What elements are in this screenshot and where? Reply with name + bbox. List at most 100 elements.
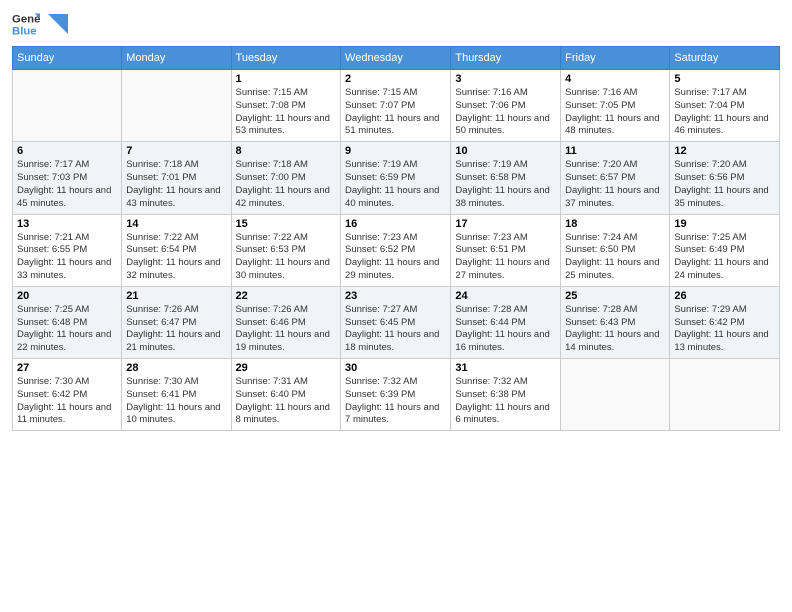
logo-icon: General Blue [12,10,40,38]
calendar-cell: 2Sunrise: 7:15 AM Sunset: 7:07 PM Daylig… [341,70,451,142]
calendar-week-row: 27 Sunrise: 7:30 AM Sunset: 6:42 PM Dayli… [13,359,780,431]
day-info: Sunrise: 7:26 AM Sunset: 6:47 PM Dayligh… [126,304,226,355]
day-number: 26 [674,290,775,302]
col-sunday: Sunday [13,47,122,70]
calendar-cell: 14 Sunrise: 7:22 AM Sunset: 6:54 PM Dayli… [122,214,231,286]
day-info: Sunrise: 7:25 AM Sunset: 6:48 PM Dayligh… [17,304,117,355]
calendar-cell: 10 Sunrise: 7:19 AM Sunset: 6:58 PM Dayli… [451,142,561,214]
calendar-cell: 26 Sunrise: 7:29 AM Sunset: 6:42 PM Dayli… [670,286,780,358]
calendar-cell: 3 Sunrise: 7:16 AM Sunset: 7:06 PM Daylig… [451,70,561,142]
calendar-cell: 25 Sunrise: 7:28 AM Sunset: 6:43 PM Dayli… [561,286,670,358]
day-info: Sunrise: 7:28 AM Sunset: 6:43 PM Dayligh… [565,304,665,355]
day-number: 15 [236,218,336,230]
day-number: 27 [17,362,117,374]
day-info: Sunrise: 7:30 AM Sunset: 6:41 PM Dayligh… [126,376,226,427]
calendar-header-row: Sunday Monday Tuesday Wednesday Thursday… [13,47,780,70]
calendar-cell: 28 Sunrise: 7:30 AM Sunset: 6:41 PM Dayli… [122,359,231,431]
calendar-cell: 21Sunrise: 7:26 AM Sunset: 6:47 PM Dayli… [122,286,231,358]
svg-text:Blue: Blue [12,26,37,38]
day-number: 31 [455,362,556,374]
col-friday: Friday [561,47,670,70]
day-number: 6 [17,145,117,157]
day-info: Sunrise: 7:29 AM Sunset: 6:42 PM Dayligh… [674,304,775,355]
day-info: Sunrise: 7:26 AM Sunset: 6:46 PM Dayligh… [236,304,336,355]
col-monday: Monday [122,47,231,70]
day-info: Sunrise: 7:24 AM Sunset: 6:50 PM Dayligh… [565,232,665,283]
col-thursday: Thursday [451,47,561,70]
day-info: Sunrise: 7:27 AM Sunset: 6:45 PM Dayligh… [345,304,446,355]
day-number: 20 [17,290,117,302]
day-number: 8 [236,145,336,157]
calendar-week-row: 6 Sunrise: 7:17 AM Sunset: 7:03 PM Daylig… [13,142,780,214]
calendar-cell [561,359,670,431]
calendar-cell: 20 Sunrise: 7:25 AM Sunset: 6:48 PM Dayli… [13,286,122,358]
day-number: 10 [455,145,556,157]
day-info: Sunrise: 7:23 AM Sunset: 6:51 PM Dayligh… [455,232,556,283]
calendar-week-row: 13Sunrise: 7:21 AM Sunset: 6:55 PM Dayli… [13,214,780,286]
calendar-cell: 22 Sunrise: 7:26 AM Sunset: 6:46 PM Dayli… [231,286,340,358]
col-wednesday: Wednesday [341,47,451,70]
day-number: 24 [455,290,556,302]
calendar-cell: 31 Sunrise: 7:32 AM Sunset: 6:38 PM Dayli… [451,359,561,431]
logo: General Blue [12,10,68,38]
calendar-cell: 13Sunrise: 7:21 AM Sunset: 6:55 PM Dayli… [13,214,122,286]
day-number: 3 [455,73,556,85]
calendar-cell: 24 Sunrise: 7:28 AM Sunset: 6:44 PM Dayli… [451,286,561,358]
calendar-cell: 7 Sunrise: 7:18 AM Sunset: 7:01 PM Daylig… [122,142,231,214]
day-info: Sunrise: 7:30 AM Sunset: 6:42 PM Dayligh… [17,376,117,427]
day-number: 22 [236,290,336,302]
day-number: 23 [345,290,446,302]
day-info: Sunrise: 7:17 AM Sunset: 7:03 PM Dayligh… [17,159,117,210]
day-number: 18 [565,218,665,230]
day-number: 4 [565,73,665,85]
calendar-cell: 16 Sunrise: 7:23 AM Sunset: 6:52 PM Dayli… [341,214,451,286]
day-info: Sunrise: 7:25 AM Sunset: 6:49 PM Dayligh… [674,232,775,283]
day-info: Sunrise: 7:28 AM Sunset: 6:44 PM Dayligh… [455,304,556,355]
calendar-cell: 4 Sunrise: 7:16 AM Sunset: 7:05 PM Daylig… [561,70,670,142]
calendar-cell [13,70,122,142]
calendar-cell: 18 Sunrise: 7:24 AM Sunset: 6:50 PM Dayli… [561,214,670,286]
day-number: 12 [674,145,775,157]
day-number: 28 [126,362,226,374]
calendar-cell: 11Sunrise: 7:20 AM Sunset: 6:57 PM Dayli… [561,142,670,214]
day-number: 5 [674,73,775,85]
day-info: Sunrise: 7:16 AM Sunset: 7:06 PM Dayligh… [455,87,556,138]
day-number: 1 [236,73,336,85]
calendar-cell [670,359,780,431]
calendar-week-row: 1Sunrise: 7:15 AM Sunset: 7:08 PM Daylig… [13,70,780,142]
calendar-cell: 17Sunrise: 7:23 AM Sunset: 6:51 PM Dayli… [451,214,561,286]
day-info: Sunrise: 7:18 AM Sunset: 7:01 PM Dayligh… [126,159,226,210]
day-info: Sunrise: 7:32 AM Sunset: 6:38 PM Dayligh… [455,376,556,427]
day-number: 14 [126,218,226,230]
day-info: Sunrise: 7:15 AM Sunset: 7:07 PM Dayligh… [345,87,446,138]
calendar-cell: 19 Sunrise: 7:25 AM Sunset: 6:49 PM Dayli… [670,214,780,286]
day-number: 25 [565,290,665,302]
day-number: 19 [674,218,775,230]
day-info: Sunrise: 7:17 AM Sunset: 7:04 PM Dayligh… [674,87,775,138]
day-info: Sunrise: 7:20 AM Sunset: 6:56 PM Dayligh… [674,159,775,210]
day-number: 7 [126,145,226,157]
day-number: 13 [17,218,117,230]
calendar-cell: 12 Sunrise: 7:20 AM Sunset: 6:56 PM Dayli… [670,142,780,214]
day-number: 16 [345,218,446,230]
day-info: Sunrise: 7:23 AM Sunset: 6:52 PM Dayligh… [345,232,446,283]
day-number: 11 [565,145,665,157]
col-tuesday: Tuesday [231,47,340,70]
calendar-cell: 1Sunrise: 7:15 AM Sunset: 7:08 PM Daylig… [231,70,340,142]
calendar-cell: 27 Sunrise: 7:30 AM Sunset: 6:42 PM Dayli… [13,359,122,431]
day-info: Sunrise: 7:19 AM Sunset: 6:58 PM Dayligh… [455,159,556,210]
day-info: Sunrise: 7:19 AM Sunset: 6:59 PM Dayligh… [345,159,446,210]
day-info: Sunrise: 7:22 AM Sunset: 6:54 PM Dayligh… [126,232,226,283]
calendar-cell [122,70,231,142]
calendar-table: Sunday Monday Tuesday Wednesday Thursday… [12,46,780,431]
day-number: 9 [345,145,446,157]
calendar-cell: 6 Sunrise: 7:17 AM Sunset: 7:03 PM Daylig… [13,142,122,214]
day-info: Sunrise: 7:16 AM Sunset: 7:05 PM Dayligh… [565,87,665,138]
calendar-cell: 8Sunrise: 7:18 AM Sunset: 7:00 PM Daylig… [231,142,340,214]
day-number: 30 [345,362,446,374]
logo-arrow-icon [48,14,68,34]
calendar-cell: 29Sunrise: 7:31 AM Sunset: 6:40 PM Dayli… [231,359,340,431]
header: General Blue [12,10,780,38]
day-info: Sunrise: 7:32 AM Sunset: 6:39 PM Dayligh… [345,376,446,427]
svg-text:General: General [12,13,40,25]
